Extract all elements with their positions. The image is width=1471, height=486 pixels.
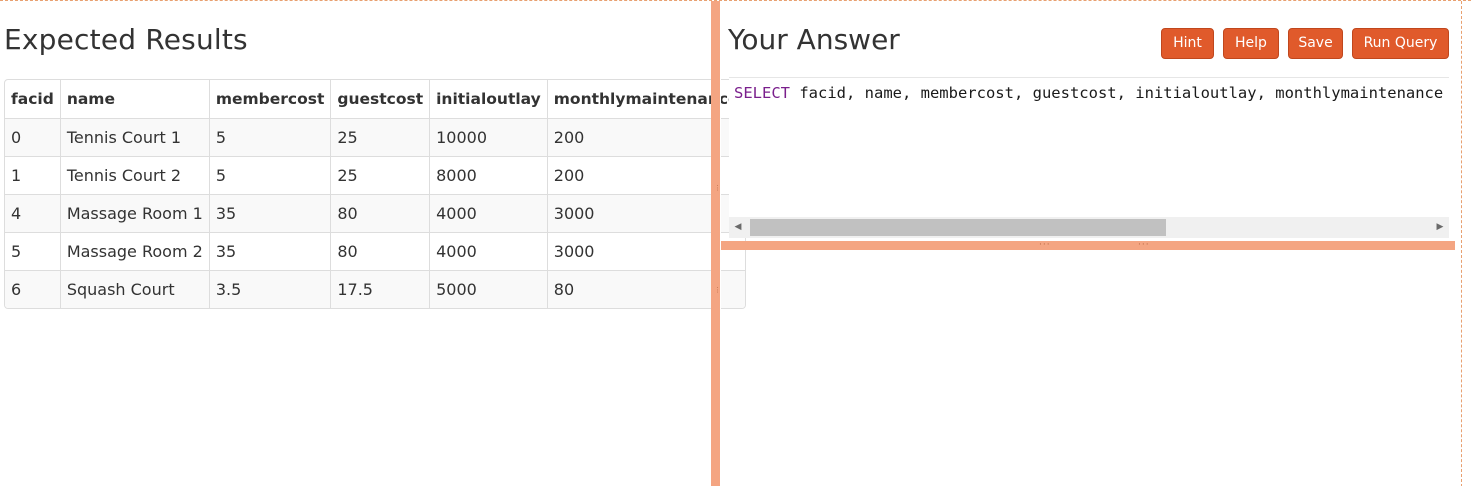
table-cell: 4000 <box>429 194 547 232</box>
triangle-right-icon[interactable]: ▶ <box>1431 217 1449 238</box>
column-header-membercost: membercost <box>208 80 331 118</box>
save-button[interactable]: Save <box>1288 28 1343 59</box>
table-cell: 6 <box>5 270 60 308</box>
table-row: 5 Massage Room 2 35 80 4000 3000 <box>5 232 745 270</box>
triangle-left-icon[interactable]: ◀ <box>729 217 747 238</box>
table-cell: 0 <box>5 118 60 156</box>
your-answer-pane: Your Answer Hint Help Save Run Query SEL… <box>721 1 1462 486</box>
table-cell: 5000 <box>429 270 547 308</box>
splitter-grip-icon: ··· <box>1039 240 1051 250</box>
table-row: 6 Squash Court 3.5 17.5 5000 80 <box>5 270 745 308</box>
table-cell: Massage Room 2 <box>59 232 209 270</box>
sql-editor[interactable]: SELECT facid, name, membercost, guestcos… <box>729 77 1449 238</box>
query-workspace: Expected Results facid name membercost g… <box>0 0 1471 486</box>
horizontal-pane-splitter[interactable]: ··· ··· <box>721 241 1455 250</box>
editor-code-line[interactable]: SELECT facid, name, membercost, guestcos… <box>734 84 1443 102</box>
table-row: 0 Tennis Court 1 5 25 10000 200 <box>5 118 745 156</box>
vertical-pane-splitter[interactable]: ⋮ ⋮ <box>711 1 721 486</box>
table-cell: 1 <box>5 156 60 194</box>
table-cell: 5 <box>208 118 331 156</box>
table-header-row: facid name membercost guestcost initialo… <box>5 80 745 118</box>
table-cell: 35 <box>208 232 331 270</box>
your-answer-title: Your Answer <box>728 23 900 56</box>
splitter-grip-icon: ··· <box>1138 240 1150 250</box>
expected-results-title: Expected Results <box>4 23 248 56</box>
sql-code-text: facid, name, membercost, guestcost, init… <box>790 84 1444 102</box>
table-cell: Squash Court <box>59 270 209 308</box>
column-header-initialoutlay: initialoutlay <box>429 80 547 118</box>
table-cell: 5 <box>208 156 331 194</box>
scrollbar-thumb[interactable] <box>750 219 1166 236</box>
table-cell: 4000 <box>429 232 547 270</box>
sql-keyword: SELECT <box>734 84 790 102</box>
table-cell: Tennis Court 2 <box>59 156 209 194</box>
table-cell: 25 <box>330 156 430 194</box>
vertical-splitter-bar[interactable] <box>711 1 720 486</box>
table-cell: 4 <box>5 194 60 232</box>
table-cell: Tennis Court 1 <box>59 118 209 156</box>
table-cell: 3.5 <box>208 270 331 308</box>
table-cell: 17.5 <box>330 270 430 308</box>
splitter-grip-icon: ⋮ <box>714 185 721 192</box>
table-cell: 35 <box>208 194 331 232</box>
help-button[interactable]: Help <box>1223 28 1279 59</box>
run-query-button[interactable]: Run Query <box>1352 28 1449 59</box>
table-cell: 80 <box>330 194 430 232</box>
table-row: 4 Massage Room 1 35 80 4000 3000 <box>5 194 745 232</box>
editor-horizontal-scrollbar[interactable]: ◀ ▶ <box>729 217 1449 238</box>
table-row: 1 Tennis Court 2 5 25 8000 200 <box>5 156 745 194</box>
table-cell: 80 <box>330 232 430 270</box>
column-header-guestcost: guestcost <box>330 80 429 118</box>
splitter-grip-icon: ⋮ <box>714 287 721 294</box>
table-cell: 10000 <box>429 118 547 156</box>
expected-results-table: facid name membercost guestcost initialo… <box>4 79 746 309</box>
table-cell: 8000 <box>429 156 547 194</box>
hint-button[interactable]: Hint <box>1161 28 1214 59</box>
table-cell: 5 <box>5 232 60 270</box>
column-header-facid: facid <box>11 90 54 108</box>
table-cell: Massage Room 1 <box>59 194 209 232</box>
column-header-name: name <box>59 80 209 118</box>
expected-results-pane: Expected Results facid name membercost g… <box>0 1 746 486</box>
table-cell: 25 <box>330 118 430 156</box>
